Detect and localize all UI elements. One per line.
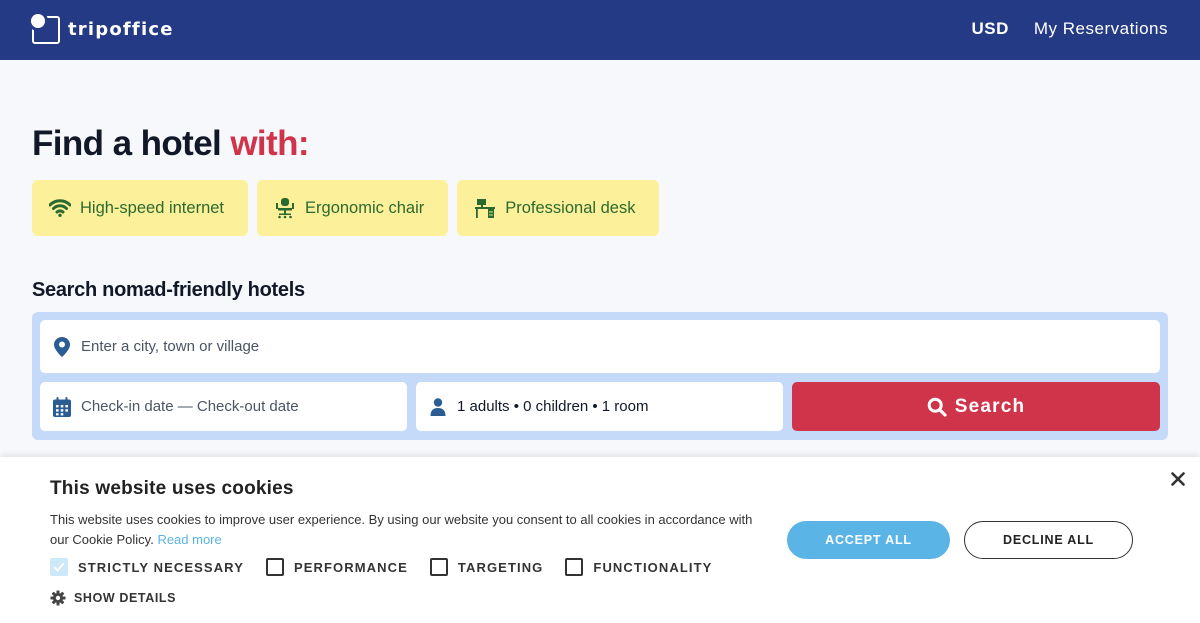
checkbox-label: STRICTLY NECESSARY <box>78 559 244 575</box>
feature-label: High-speed internet <box>80 198 225 217</box>
cookie-banner-text: This website uses cookies to improve use… <box>50 510 770 550</box>
checkbox-label: FUNCTIONALITY <box>593 559 713 575</box>
feature-list: High-speed internet Ergonomic chair Prof… <box>32 180 660 236</box>
show-details-label: SHOW DETAILS <box>74 591 177 605</box>
feature-professional-desk: Professional desk <box>457 180 660 236</box>
cookie-banner-description: This website uses cookies to improve use… <box>50 512 753 547</box>
top-navigation-bar: tripoffice USD My Reservations <box>0 0 1200 60</box>
headline-main: Find a hotel <box>32 124 231 163</box>
desk-icon <box>473 196 497 220</box>
my-reservations-link[interactable]: My Reservations <box>1034 19 1168 39</box>
destination-input[interactable] <box>81 338 981 355</box>
cookie-categories: STRICTLY NECESSARY PERFORMANCE TARGETING… <box>50 558 734 576</box>
office-chair-icon <box>273 196 297 220</box>
brand-name: tripoffice <box>68 18 174 40</box>
date-range-label: Check-in date — Check-out date <box>81 398 299 415</box>
search-heading: Search nomad-friendly hotels <box>32 279 305 301</box>
checkbox-functionality[interactable]: FUNCTIONALITY <box>565 558 712 576</box>
header-nav: USD My Reservations <box>971 19 1168 39</box>
feature-ergonomic-chair: Ergonomic chair <box>257 180 449 236</box>
search-button[interactable]: Search <box>792 382 1160 431</box>
decline-all-button[interactable]: DECLINE ALL <box>964 521 1133 559</box>
calendar-icon <box>52 396 72 417</box>
feature-label: Professional desk <box>505 198 636 217</box>
search-form: Check-in date — Check-out date 1 adults … <box>32 312 1168 440</box>
headline-accent: with: <box>230 124 309 163</box>
checkbox-strictly-necessary[interactable]: STRICTLY NECESSARY <box>50 558 244 576</box>
search-button-label: Search <box>954 395 1026 417</box>
show-details-toggle[interactable]: SHOW DETAILS <box>50 590 176 606</box>
logo-mark-icon <box>31 14 60 44</box>
page-headline: Find a hotel with: <box>32 124 310 164</box>
checkbox-performance[interactable]: PERFORMANCE <box>265 558 408 576</box>
checkbox-checked[interactable] <box>50 558 68 576</box>
feature-label: Ergonomic chair <box>305 198 425 217</box>
guests-label: 1 adults • 0 children • 1 room <box>457 398 649 415</box>
checkbox-label: TARGETING <box>457 559 544 575</box>
checkbox-unchecked[interactable] <box>265 558 284 576</box>
person-icon <box>428 397 448 417</box>
close-icon[interactable] <box>1168 469 1188 489</box>
destination-field[interactable] <box>40 320 1160 373</box>
cookie-consent-banner: This website uses cookies This website u… <box>0 457 1200 623</box>
currency-selector[interactable]: USD <box>971 19 1008 39</box>
checkbox-unchecked[interactable] <box>429 558 448 576</box>
cookie-banner-title: This website uses cookies <box>50 478 294 499</box>
map-pin-icon <box>52 336 72 357</box>
brand-logo[interactable]: tripoffice <box>31 14 174 44</box>
guests-selector[interactable]: 1 adults • 0 children • 1 room <box>416 382 783 431</box>
checkbox-label: PERFORMANCE <box>293 559 408 575</box>
checkbox-unchecked[interactable] <box>565 558 584 576</box>
search-icon <box>927 397 947 417</box>
accept-all-button[interactable]: ACCEPT ALL <box>787 521 950 559</box>
date-range-picker[interactable]: Check-in date — Check-out date <box>40 382 407 431</box>
wifi-icon <box>48 196 72 220</box>
checkbox-targeting[interactable]: TARGETING <box>429 558 544 576</box>
gear-icon <box>50 590 66 606</box>
read-more-link[interactable]: Read more <box>157 532 221 547</box>
feature-high-speed-internet: High-speed internet <box>32 180 249 236</box>
